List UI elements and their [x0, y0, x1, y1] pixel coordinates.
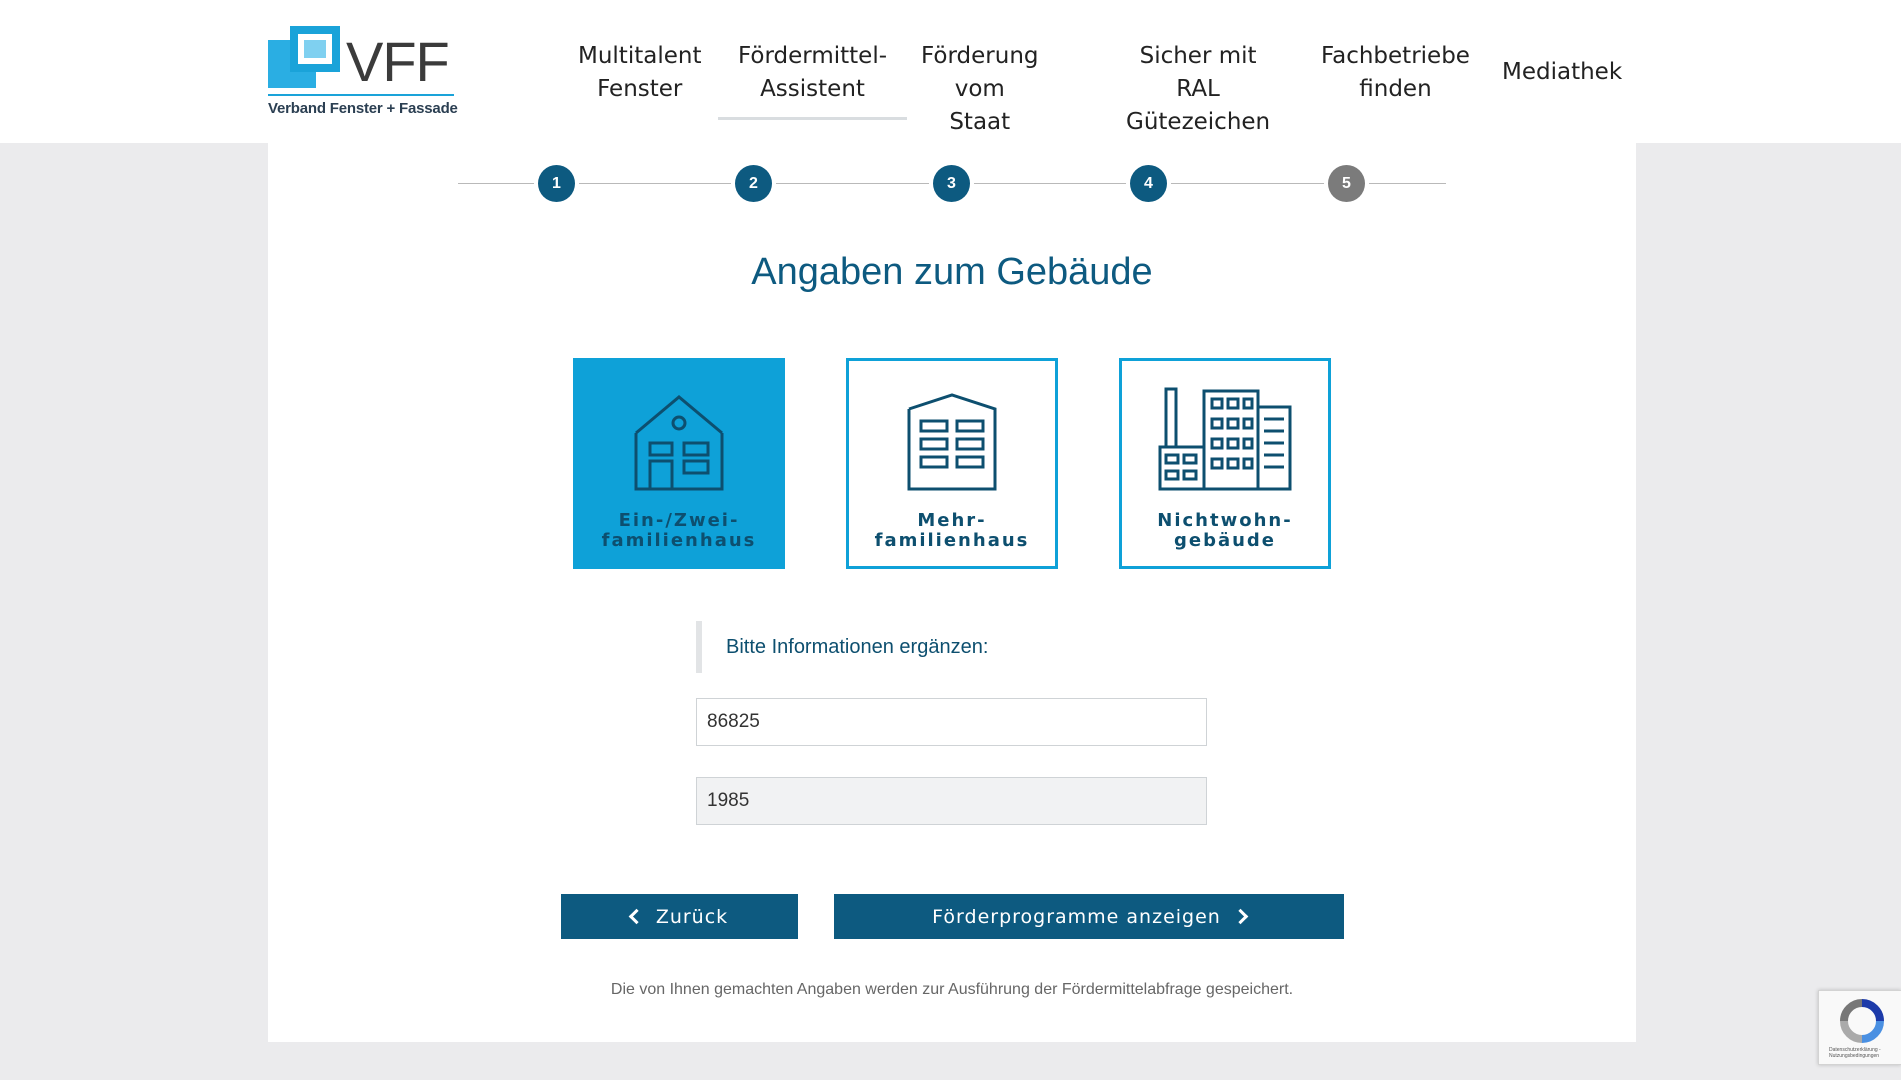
apartment-building-icon [907, 393, 997, 491]
postal-code-input[interactable] [696, 698, 1207, 746]
nav-item-foerderung-vom-staat[interactable]: Förderung vom Staat [921, 40, 1039, 139]
step-3[interactable]: 3 [933, 165, 970, 202]
step-2[interactable]: 2 [735, 165, 772, 202]
page-title: Angaben zum Gebäude [751, 251, 1153, 293]
info-heading: Bitte Informationen ergänzen: [696, 621, 996, 673]
assistant-card: 1 2 3 4 5 Angaben zum Gebäude Ein-/Zwei-… [268, 143, 1636, 1042]
nav-item-fachbetriebe-finden[interactable]: Fachbetriebe finden [1321, 40, 1470, 106]
storage-note: Die von Ihnen gemachten Angaben werden z… [610, 981, 1294, 998]
tile-label-multi-family: Mehr- familienhaus [874, 510, 1030, 551]
recaptcha-icon [1840, 999, 1884, 1043]
logo-divider [268, 94, 454, 96]
recaptcha-links[interactable]: Datenschutzerklärung - Nutzungsbedingung… [1829, 1047, 1899, 1059]
logo-subtitle: Verband Fenster + Fassade [268, 100, 458, 117]
vff-logo[interactable]: VFF Verband Fenster + Fassade [268, 24, 458, 124]
nav-item-sicher-mit-ral[interactable]: Sicher mit RAL Gütezeichen [1126, 40, 1270, 139]
logo-wordmark: VFF [346, 30, 450, 93]
show-programs-button-label: Förderprogramme anzeigen [932, 905, 1221, 928]
building-type-non-residential[interactable]: Nichtwohn- gebäude [1119, 358, 1331, 569]
site-header: VFF Verband Fenster + Fassade Multitalen… [0, 0, 1901, 143]
vff-logo-mark-icon [268, 26, 340, 88]
chevron-right-icon [1232, 908, 1249, 925]
step-4[interactable]: 4 [1130, 165, 1167, 202]
building-type-multi-family[interactable]: Mehr- familienhaus [846, 358, 1058, 569]
tile-label-single-family: Ein-/Zwei- familienhaus [601, 510, 757, 551]
step-1[interactable]: 1 [538, 165, 575, 202]
nav-item-foerdermittel-assistent[interactable]: Fördermittel- Assistent [717, 40, 908, 120]
nav-item-multitalent-fenster[interactable]: Multitalent Fenster [578, 40, 701, 106]
building-type-single-family[interactable]: Ein-/Zwei- familienhaus [573, 358, 785, 569]
nav-item-mediathek[interactable]: Mediathek [1502, 56, 1622, 89]
chevron-left-icon [628, 908, 645, 925]
recaptcha-badge[interactable]: Datenschutzerklärung - Nutzungsbedingung… [1818, 990, 1901, 1065]
back-button-label: Zurück [655, 905, 729, 928]
factory-building-icon [1158, 387, 1292, 491]
back-button[interactable]: Zurück [561, 894, 798, 939]
tile-label-non-residential: Nichtwohn- gebäude [1157, 510, 1293, 551]
step-5: 5 [1328, 165, 1365, 202]
show-programs-button[interactable]: Förderprogramme anzeigen [834, 894, 1344, 939]
construction-year-input[interactable] [696, 777, 1207, 825]
single-family-house-icon [634, 395, 724, 491]
